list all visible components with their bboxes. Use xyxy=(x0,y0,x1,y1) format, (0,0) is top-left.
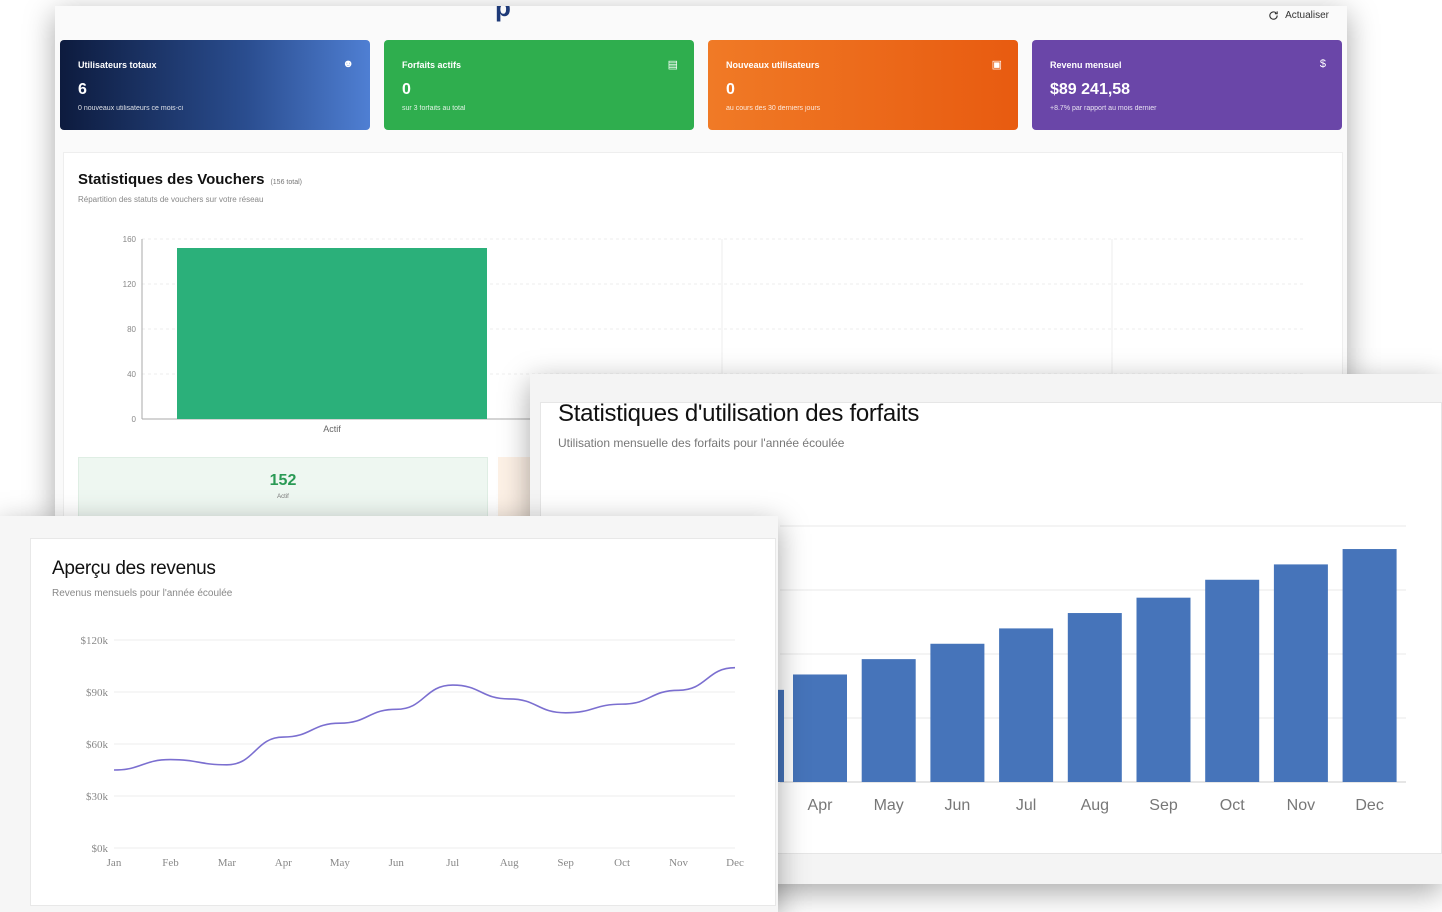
y-tick-label: 80 xyxy=(127,325,136,334)
voucher-status-count: 152 xyxy=(269,472,297,489)
plan-bar xyxy=(1342,549,1397,782)
stat-card-subtitle: +8.7% par rapport au mois dernier xyxy=(1050,105,1157,112)
y-tick-label: 160 xyxy=(123,235,137,244)
x-tick-label: Jul xyxy=(446,857,459,869)
plan-usage-subtitle: Utilisation mensuelle des forfaits pour … xyxy=(558,436,845,450)
x-tick-label: Jun xyxy=(945,797,971,814)
x-tick-label: Aug xyxy=(500,857,519,869)
stat-card-value: 0 xyxy=(726,81,735,98)
x-tick-label: May xyxy=(874,797,904,814)
y-tick-label: 0 xyxy=(132,415,137,424)
revenue-series-line xyxy=(113,666,736,771)
gift-icon: ▣ xyxy=(991,59,1002,71)
y-tick-label: 40 xyxy=(127,370,136,379)
stat-card-active-plans[interactable]: Forfaits actifs ▤ 0 sur 3 forfaits au to… xyxy=(384,40,694,130)
calendar-icon: ▤ xyxy=(667,59,678,71)
x-tick-label: Oct xyxy=(1220,797,1245,814)
x-tick-label: Apr xyxy=(275,857,292,869)
y-tick-label: $0k xyxy=(92,843,109,855)
plan-bar xyxy=(1136,597,1191,782)
plan-bar xyxy=(793,674,847,782)
x-tick-label: Apr xyxy=(808,797,834,814)
stat-card-value: 6 xyxy=(78,81,87,98)
x-tick-label: Actif xyxy=(323,424,341,434)
x-tick-label: May xyxy=(330,857,351,869)
voucher-status-active: 152 Actif xyxy=(78,457,488,519)
stat-card-title: Revenu mensuel xyxy=(1050,60,1122,70)
stat-card-subtitle: au cours des 30 derniers jours xyxy=(726,105,821,112)
x-tick-label: Aug xyxy=(1081,797,1109,814)
plan-bar xyxy=(1273,564,1328,782)
x-tick-label: Dec xyxy=(1355,797,1383,814)
stat-card-subtitle: 0 nouveaux utilisateurs ce mois-ci xyxy=(78,105,184,112)
x-tick-label: Oct xyxy=(614,857,630,869)
stat-card-title: Utilisateurs totaux xyxy=(78,60,157,70)
x-tick-label: Feb xyxy=(162,857,179,869)
partial-page-title: p xyxy=(495,6,511,22)
stat-card-value: 0 xyxy=(402,81,411,98)
x-tick-label: Sep xyxy=(1149,797,1178,814)
x-tick-label: Jan xyxy=(107,857,122,869)
x-tick-label: Nov xyxy=(1287,797,1315,814)
y-tick-label: $90k xyxy=(86,687,109,699)
stat-card-subtitle: sur 3 forfaits au total xyxy=(402,105,466,112)
dollar-icon: $ xyxy=(1319,58,1326,70)
stat-card-monthly-revenue[interactable]: Revenu mensuel $ $89 241,58 +8.7% par ra… xyxy=(1032,40,1342,130)
plan-bar xyxy=(1205,579,1260,782)
y-tick-label: $120k xyxy=(81,635,109,647)
revenue-overview-title: Aperçu des revenus xyxy=(52,558,216,579)
stat-card-total-users[interactable]: Utilisateurs totaux ☻ 6 0 nouveaux utili… xyxy=(60,40,370,130)
refresh-icon xyxy=(1269,11,1278,20)
refresh-button[interactable]: Actualiser xyxy=(1268,10,1329,21)
stat-card-new-users[interactable]: Nouveaux utilisateurs ▣ 0 au cours des 3… xyxy=(708,40,1018,130)
x-tick-label: Nov xyxy=(669,857,688,869)
voucher-bar xyxy=(177,248,487,419)
refresh-label: Actualiser xyxy=(1285,10,1329,21)
voucher-status-label: Actif xyxy=(277,494,289,500)
stat-card-title: Nouveaux utilisateurs xyxy=(726,60,820,70)
y-tick-label: $30k xyxy=(86,791,109,803)
plan-usage-title: Statistiques d'utilisation des forfaits xyxy=(558,400,920,427)
stat-card-title: Forfaits actifs xyxy=(402,60,462,70)
plan-bar xyxy=(1067,613,1122,782)
plan-bar xyxy=(930,643,985,782)
x-tick-label: Dec xyxy=(726,857,744,869)
x-tick-label: Jun xyxy=(389,857,405,869)
revenue-overview-panel: $0k $30k $60k $90k $120k Jan Feb Mar Apr May Jun Ju… xyxy=(0,516,778,912)
user-icon: ☻ xyxy=(342,58,354,70)
plan-bar xyxy=(999,628,1054,782)
y-tick-label: 120 xyxy=(123,280,137,289)
y-tick-label: $60k xyxy=(86,739,109,751)
plan-bar xyxy=(861,659,916,782)
x-tick-label: Sep xyxy=(557,857,574,869)
x-tick-label: Mar xyxy=(218,857,237,869)
revenue-overview-subtitle: Revenus mensuels pour l'année écoulée xyxy=(52,588,233,599)
x-tick-label: Jul xyxy=(1016,797,1036,814)
stat-card-value: $89 241,58 xyxy=(1050,81,1131,98)
